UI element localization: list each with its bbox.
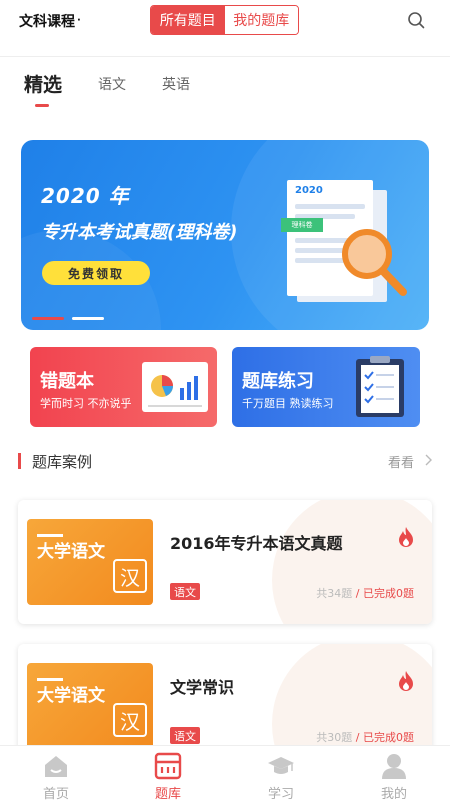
thumbnail-title: 大学语文	[37, 542, 105, 562]
tab-chinese[interactable]: 语文	[98, 74, 126, 94]
top-bar: 文科课程 · 所有题目 我的题库	[0, 0, 450, 44]
total-count: 共34题	[316, 587, 353, 600]
nav-question-bank-label: 题库	[154, 787, 181, 800]
thumbnail-title: 大学语文	[37, 686, 105, 706]
header-divider	[0, 56, 450, 57]
nav-study[interactable]: 学习	[241, 746, 321, 800]
see-more-link[interactable]: 看看	[388, 452, 414, 471]
total-count: 共30题	[316, 731, 353, 744]
promo-banner[interactable]: 2020 年 专升本考试真题(理科卷) 免费领取 2020 理科卷	[21, 140, 429, 330]
graduation-cap-icon	[268, 757, 294, 774]
nav-question-bank[interactable]: 题库	[128, 746, 208, 800]
course-selector[interactable]: 文科课程 ·	[19, 11, 81, 31]
bank-segmented-control: 所有题目 我的题库	[150, 5, 299, 35]
nav-profile[interactable]: 我的	[354, 746, 434, 800]
practice-bank-card[interactable]: 题库练习 千万题目 熟读练习	[232, 347, 420, 427]
doc-line	[295, 204, 365, 209]
progress-separator: /	[352, 731, 363, 744]
clipboard-checklist-icon	[356, 356, 404, 417]
wrong-answers-card[interactable]: 错题本 学而时习 不亦说乎	[30, 347, 217, 427]
course-thumbnail: 大学语文 汉	[27, 519, 153, 605]
carousel-indicator-active	[32, 317, 64, 320]
banner-doc-tag: 理科卷	[281, 218, 323, 232]
completed-count: 已完成0题	[363, 731, 414, 744]
thumbnail-char: 汉	[113, 559, 147, 593]
tab-english[interactable]: 英语	[162, 74, 190, 94]
course-thumbnail: 大学语文 汉	[27, 663, 153, 749]
nav-home-label: 首页	[42, 787, 69, 800]
carousel-indicator	[72, 317, 104, 320]
subject-tag: 语文	[170, 727, 200, 744]
nav-study-label: 学习	[267, 787, 294, 800]
segment-all-questions[interactable]: 所有题目	[151, 6, 225, 34]
nav-home[interactable]: 首页	[16, 746, 96, 800]
user-icon	[382, 754, 406, 779]
tab-featured[interactable]: 精选	[24, 70, 62, 97]
nav-profile-label: 我的	[380, 787, 407, 800]
course-progress: 共34题 / 已完成0题	[316, 585, 414, 601]
subject-tag: 语文	[170, 583, 200, 600]
practice-bank-title: 题库练习	[242, 371, 314, 392]
section-marker	[18, 453, 21, 469]
banner-title: 专升本考试真题(理科卷)	[41, 222, 238, 243]
segment-my-bank[interactable]: 我的题库	[224, 6, 298, 34]
course-dot: ·	[77, 15, 81, 26]
banner-year: 2020 年	[41, 184, 130, 208]
home-icon	[45, 756, 67, 777]
card-decor	[272, 500, 432, 624]
progress-separator: /	[352, 587, 363, 600]
course-progress: 共30题 / 已完成0题	[316, 729, 414, 745]
thumbnail-char: 汉	[113, 703, 147, 737]
free-claim-button[interactable]: 免费领取	[42, 261, 150, 285]
course-title: 2016年专升本语文真题	[170, 534, 343, 553]
banner-doc-year: 2020	[295, 185, 323, 196]
wrong-answers-title: 错题本	[40, 371, 94, 392]
wrong-answers-subtitle: 学而时习 不亦说乎	[40, 397, 132, 410]
course-card[interactable]: 大学语文 汉 2016年专升本语文真题 语文 共34题 / 已完成0题	[18, 500, 432, 624]
search-icon[interactable]	[407, 11, 425, 29]
question-bank-icon	[154, 752, 182, 780]
chevron-right-icon[interactable]	[424, 452, 434, 468]
magnifier-icon	[342, 229, 407, 296]
course-title: 文学常识	[170, 678, 235, 697]
fire-icon	[399, 671, 413, 691]
doc-line	[295, 248, 345, 253]
course-label: 文科课程	[19, 14, 75, 30]
chart-board-icon	[142, 362, 208, 412]
section-title: 题库案例	[32, 453, 93, 471]
category-tabs: 精选 语文 英语	[0, 70, 450, 110]
fire-icon	[399, 527, 413, 547]
active-tab-indicator	[35, 104, 49, 107]
bottom-navigation: 首页 题库 学习 我的	[0, 745, 450, 800]
completed-count: 已完成0题	[363, 587, 414, 600]
practice-bank-subtitle: 千万题目 熟读练习	[242, 397, 334, 410]
